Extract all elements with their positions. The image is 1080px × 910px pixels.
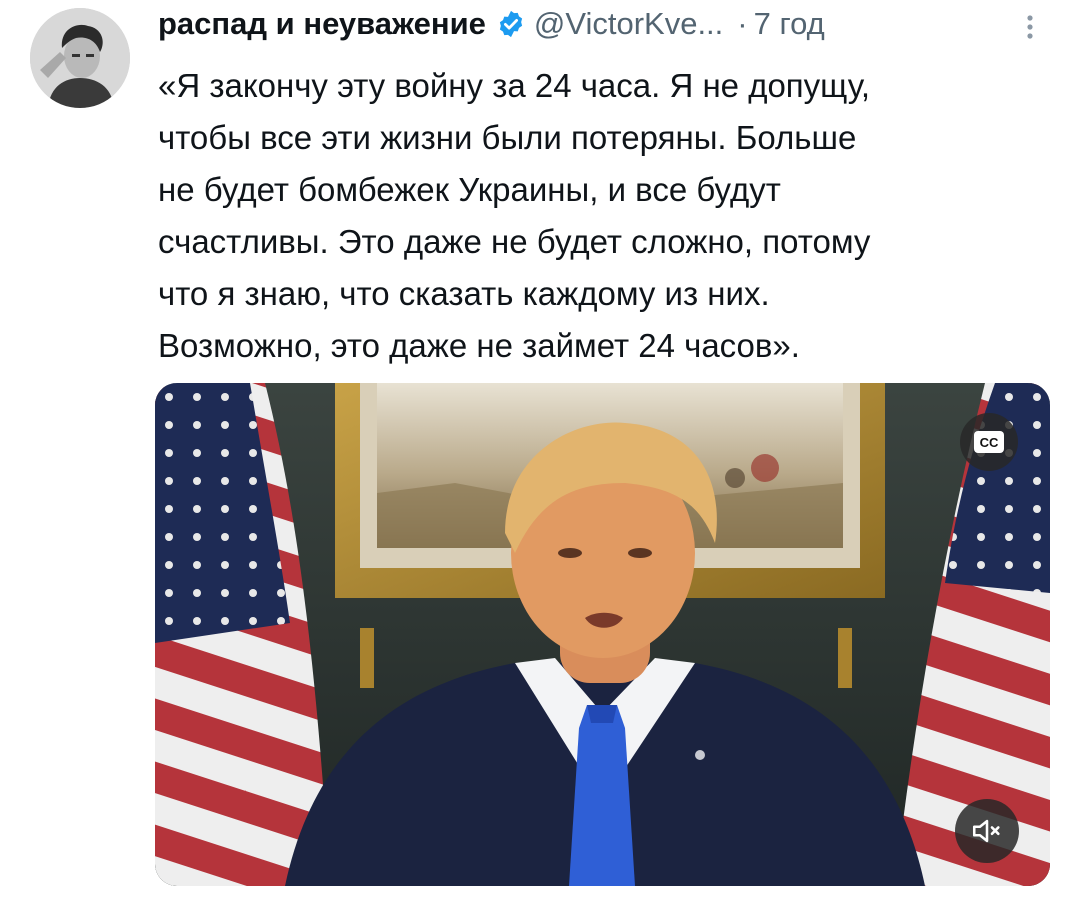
video-player[interactable]: CC [155, 383, 1050, 886]
tweet-text-line: чтобы все эти жизни были потеряны. Больш… [158, 119, 857, 156]
closed-captions-icon: CC [974, 431, 1004, 453]
mute-toggle-button[interactable] [955, 799, 1019, 863]
verified-badge-icon [499, 10, 522, 38]
tweet-text: «Я закончу эту войну за 24 часа. Я не до… [158, 60, 1058, 372]
avatar-image [30, 8, 130, 108]
tweet-text-line: что я знаю, что сказать каждому из них. [158, 275, 770, 312]
avatar[interactable] [30, 8, 130, 108]
video-frame [155, 383, 1050, 886]
volume-muted-icon [972, 819, 1000, 843]
timestamp[interactable]: 7 год [754, 6, 825, 42]
tweet-text-line: «Я закончу эту войну за 24 часа. Я не до… [158, 67, 871, 104]
display-name[interactable]: распад и неуважение [158, 6, 486, 42]
tweet-text-line: не будет бомбежек Украины, и все будут [158, 171, 781, 208]
tweet[interactable]: распад и неуважение @VictorKve... · 7 го… [0, 0, 1080, 910]
closed-captions-button[interactable]: CC [960, 413, 1018, 471]
user-handle[interactable]: @VictorKve... [534, 6, 723, 42]
tweet-text-line: Возможно, это даже не займет 24 часов». [158, 327, 800, 364]
tweet-header: распад и неуважение @VictorKve... · 7 го… [158, 2, 825, 46]
more-options-icon[interactable] [1020, 12, 1040, 42]
tweet-text-line: счастливы. Это даже не будет сложно, пот… [158, 223, 871, 260]
separator-dot: · [737, 6, 748, 41]
